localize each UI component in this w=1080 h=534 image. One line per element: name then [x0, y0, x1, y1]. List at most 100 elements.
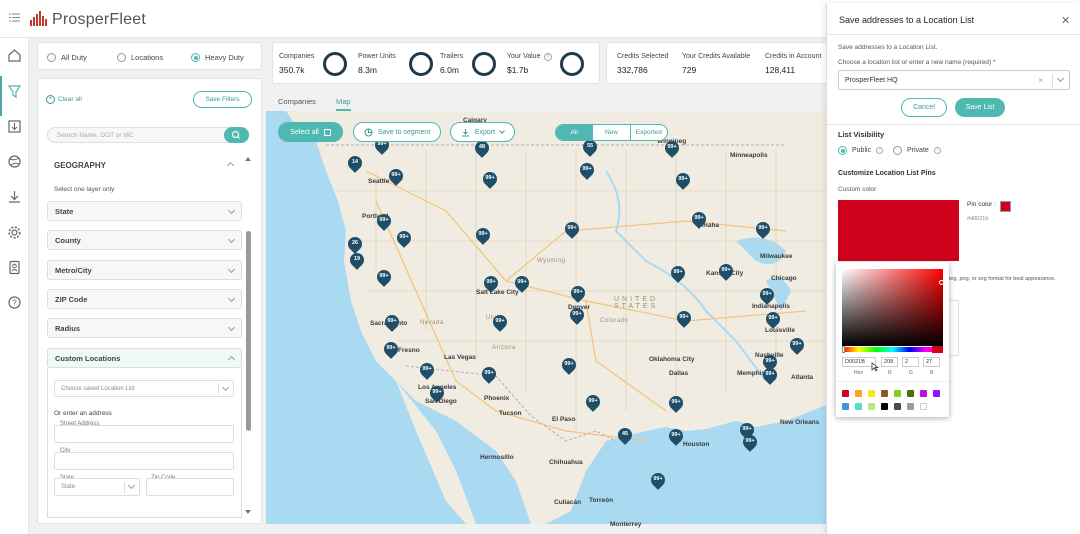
- map-pin-cluster[interactable]: 99+: [689, 209, 709, 229]
- color-swatch[interactable]: [907, 403, 914, 410]
- segment-all[interactable]: All: [556, 125, 593, 140]
- radio-circle-selected[interactable]: [838, 146, 847, 155]
- map-pin-cluster[interactable]: 99+: [760, 365, 780, 385]
- pin-color-chip[interactable]: [1000, 201, 1011, 212]
- radio-circle[interactable]: [893, 146, 902, 155]
- info-icon[interactable]: ?: [876, 147, 884, 154]
- accordion-state[interactable]: State: [47, 201, 242, 221]
- map-pin-cluster[interactable]: 99+: [427, 383, 447, 403]
- accordion-radius[interactable]: Radius: [47, 318, 242, 338]
- map-pin-cluster[interactable]: 99+: [374, 211, 394, 231]
- map-pin-cluster[interactable]: 99+: [763, 309, 783, 329]
- color-swatch[interactable]: [881, 390, 888, 397]
- map-pin-cluster[interactable]: 99+: [394, 228, 414, 248]
- close-icon[interactable]: ✕: [1061, 14, 1070, 27]
- segment-exported[interactable]: Exported: [629, 125, 667, 140]
- radio-all-duty[interactable]: All Duty: [47, 53, 87, 62]
- map-pin-cluster[interactable]: 99+: [374, 267, 394, 287]
- map-pin-cluster[interactable]: 99+: [740, 432, 760, 452]
- map-pin-cluster[interactable]: 45: [615, 425, 635, 445]
- color-swatch[interactable]: [920, 390, 927, 397]
- clear-icon[interactable]: ×: [1038, 76, 1043, 85]
- map-pin-cluster[interactable]: 26: [345, 234, 365, 254]
- collapse-chevron-icon[interactable]: [226, 161, 235, 170]
- map-pin-cluster[interactable]: 99+: [666, 426, 686, 446]
- contact-card-icon[interactable]: [7, 260, 22, 275]
- save-filters-button[interactable]: Save Filters: [193, 91, 252, 108]
- hue-slider[interactable]: [842, 347, 943, 352]
- radio-private[interactable]: Private?: [893, 146, 941, 155]
- map-pin-cluster[interactable]: 99+: [562, 219, 582, 239]
- scrollbar-thumb[interactable]: [246, 231, 251, 431]
- map-pin-cluster[interactable]: 99+: [648, 470, 668, 490]
- color-swatch[interactable]: [855, 390, 862, 397]
- color-swatch[interactable]: [868, 390, 875, 397]
- map-pin-cluster[interactable]: 99+: [568, 283, 588, 303]
- color-swatch[interactable]: [907, 390, 914, 397]
- export-button[interactable]: Export: [450, 122, 515, 142]
- inbox-download-icon[interactable]: [7, 119, 22, 134]
- green-input[interactable]: 2: [902, 357, 919, 367]
- color-cursor[interactable]: [939, 280, 944, 285]
- color-swatch[interactable]: [881, 403, 888, 410]
- segment-new[interactable]: New: [592, 125, 629, 140]
- map-pin-cluster[interactable]: 99+: [583, 392, 603, 412]
- cancel-button[interactable]: Cancel: [901, 98, 947, 117]
- map-pin-cluster[interactable]: 55: [580, 137, 600, 157]
- accordion-county[interactable]: County: [47, 230, 242, 250]
- red-input[interactable]: 208: [881, 357, 898, 367]
- custom-color-swatch[interactable]: [838, 200, 959, 261]
- map-pin-cluster[interactable]: 99+: [567, 305, 587, 325]
- map-pin-cluster[interactable]: 99+: [716, 261, 736, 281]
- help-icon[interactable]: ?: [7, 295, 22, 310]
- save-to-segment-button[interactable]: Save to segment: [353, 122, 441, 142]
- accordion-zip-code[interactable]: ZIP Code: [47, 289, 242, 309]
- map-pin-cluster[interactable]: 99+: [479, 364, 499, 384]
- radio-circle[interactable]: [117, 53, 126, 62]
- map-pin-cluster[interactable]: 99+: [757, 285, 777, 305]
- map-pin-cluster[interactable]: 99+: [381, 339, 401, 359]
- map-pin-cluster[interactable]: 99+: [481, 273, 501, 293]
- saved-location-list-select[interactable]: Choose saved Location List: [54, 380, 234, 397]
- zip-code-input[interactable]: [146, 478, 234, 496]
- color-swatch[interactable]: [868, 403, 875, 410]
- color-swatch[interactable]: [920, 403, 927, 410]
- map-pin-cluster[interactable]: 99+: [473, 225, 493, 245]
- tab-companies[interactable]: Companies: [278, 97, 316, 106]
- clear-all-link[interactable]: × Clear all: [46, 95, 82, 104]
- save-list-button[interactable]: Save List: [955, 98, 1005, 117]
- home-icon[interactable]: [7, 48, 22, 63]
- map-pin-cluster[interactable]: 99+: [490, 312, 510, 332]
- hue-handle[interactable]: [842, 346, 845, 353]
- map-pin-cluster[interactable]: 99+: [382, 312, 402, 332]
- map-pin-cluster[interactable]: 99+: [512, 273, 532, 293]
- menu-icon[interactable]: [9, 13, 20, 22]
- color-swatch[interactable]: [855, 403, 862, 410]
- location-list-combobox[interactable]: ProsperFleet HQ ×: [838, 70, 1070, 90]
- settings-gear-icon[interactable]: [7, 225, 22, 240]
- map-pin-cluster[interactable]: 99+: [577, 160, 597, 180]
- select-all-button[interactable]: Select all: [278, 122, 343, 142]
- state-select[interactable]: State: [54, 478, 140, 496]
- radio-public[interactable]: Public?: [838, 146, 884, 155]
- accordion-metro-city[interactable]: Metro/City: [47, 260, 242, 280]
- map-pin-cluster[interactable]: 99+: [753, 219, 773, 239]
- map-pin-cluster[interactable]: 14: [345, 153, 365, 173]
- accordion-custom-locations[interactable]: Custom Locations: [47, 348, 242, 368]
- map-pin-cluster[interactable]: 19: [347, 250, 367, 270]
- map-pin-cluster[interactable]: 99+: [668, 263, 688, 283]
- scroll-down-arrow-icon[interactable]: [245, 510, 251, 514]
- radio-heavy-duty[interactable]: Heavy Duty: [191, 53, 244, 62]
- info-icon[interactable]: ?: [933, 147, 941, 154]
- map-pin-cluster[interactable]: 99+: [417, 360, 437, 380]
- tab-map[interactable]: Map: [336, 97, 351, 111]
- color-swatch[interactable]: [842, 390, 849, 397]
- map-pin-cluster[interactable]: 48: [472, 138, 492, 158]
- info-icon[interactable]: ?: [544, 53, 552, 61]
- map-pin-cluster[interactable]: 99+: [662, 138, 682, 158]
- chevron-down-icon[interactable]: [1056, 74, 1065, 83]
- radio-circle-selected[interactable]: [191, 53, 200, 62]
- map-pin-cluster[interactable]: 99+: [674, 308, 694, 328]
- radio-circle[interactable]: [47, 53, 56, 62]
- color-swatch[interactable]: [933, 390, 940, 397]
